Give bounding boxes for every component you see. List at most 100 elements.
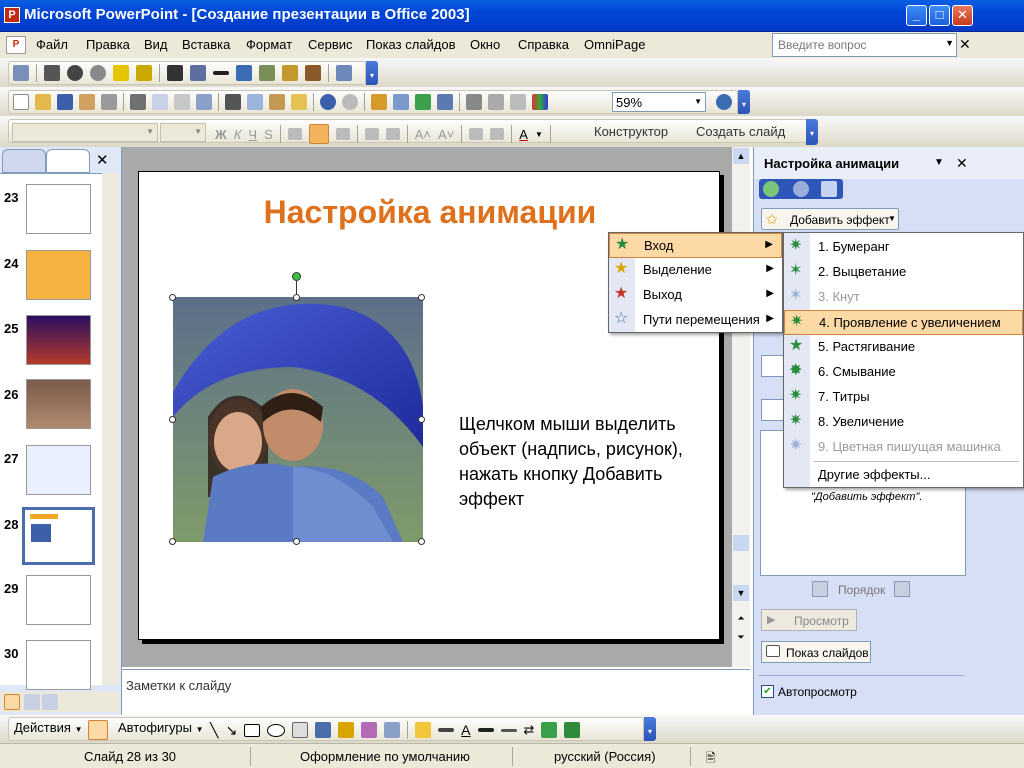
resize-handle[interactable] — [169, 538, 176, 545]
contrast-down-icon[interactable] — [90, 65, 106, 81]
effect-typewriter[interactable]: ✷ 9. Цветная пишущая машинка — [784, 435, 1023, 460]
oval-icon[interactable] — [267, 723, 286, 737]
color-grayscale-icon[interactable] — [532, 94, 548, 110]
move-down-icon[interactable] — [894, 581, 910, 597]
effect-zoom[interactable]: ✷ 8. Увеличение — [784, 410, 1023, 435]
format-picture-icon[interactable] — [282, 65, 298, 81]
autopreview-checkbox[interactable]: ✔ — [761, 685, 774, 698]
effect-stretch[interactable]: ★ 5. Растягивание — [784, 335, 1023, 360]
resize-handle[interactable] — [293, 294, 300, 301]
format-painter-icon[interactable] — [291, 94, 307, 110]
permission-icon[interactable] — [79, 94, 95, 110]
insert-table-icon[interactable] — [393, 94, 409, 110]
menu-item-motion-paths[interactable]: ☆ Пути перемещения ▶ — [609, 308, 782, 333]
insert-diagram-icon[interactable] — [437, 94, 453, 110]
reset-picture-icon[interactable] — [336, 65, 352, 81]
normal-view-icon[interactable] — [4, 694, 20, 710]
slideshow-button[interactable]: Показ слайдов — [761, 641, 871, 663]
menu-edit[interactable]: Правка — [86, 37, 130, 52]
resize-handle[interactable] — [418, 416, 425, 423]
effect-wipe[interactable]: ✸ 6. Смывание — [784, 360, 1023, 385]
align-center-icon[interactable] — [308, 124, 329, 144]
help-search-input[interactable]: Введите вопрос ▼ — [772, 33, 957, 57]
font-size-select[interactable]: ▼ — [160, 123, 206, 142]
print-icon[interactable] — [130, 94, 146, 110]
copy-icon[interactable] — [247, 94, 263, 110]
home-icon[interactable] — [821, 181, 837, 197]
actions-menu[interactable]: Действия ▼ — [14, 720, 83, 735]
back-icon[interactable] — [763, 181, 779, 197]
document-close-icon[interactable]: ✕ — [959, 36, 971, 53]
preview-button[interactable]: ▶ Просмотр — [761, 609, 857, 631]
paste-icon[interactable] — [269, 94, 285, 110]
resize-handle[interactable] — [418, 294, 425, 301]
task-pane-dropdown-icon[interactable]: ▼ — [934, 157, 944, 168]
new-icon[interactable] — [13, 94, 29, 110]
contrast-up-icon[interactable] — [67, 65, 83, 81]
dash-style-icon[interactable] — [500, 728, 517, 732]
expand-icon[interactable] — [466, 94, 482, 110]
resize-handle[interactable] — [293, 538, 300, 545]
menu-insert[interactable]: Вставка — [182, 37, 230, 52]
menu-help[interactable]: Справка — [518, 37, 569, 52]
undo-icon[interactable] — [320, 94, 336, 110]
numbering-icon[interactable] — [364, 128, 379, 140]
textbox-icon[interactable] — [292, 722, 309, 738]
align-left-icon[interactable] — [287, 128, 302, 140]
close-button[interactable]: ✕ — [952, 5, 973, 26]
font-name-select[interactable]: ▼ — [12, 123, 158, 142]
font-color-icon[interactable]: A — [519, 127, 528, 142]
size-dropdown-icon[interactable]: ▼ — [194, 127, 202, 136]
effect-fade[interactable]: ✶ 2. Выцветание — [784, 260, 1023, 285]
notes-pane[interactable]: Заметки к слайду — [122, 669, 750, 715]
dropdown-arrow-icon[interactable]: ▼ — [945, 38, 954, 48]
slide-thumbnail-26[interactable] — [26, 379, 91, 429]
menu-tools[interactable]: Сервис — [308, 37, 353, 52]
menu-format[interactable]: Формат — [246, 37, 292, 52]
underline-icon[interactable]: Ч — [248, 127, 257, 142]
italic-icon[interactable]: К — [234, 127, 242, 142]
scroll-up-icon[interactable]: ▲ — [733, 148, 749, 164]
insert-picture-icon[interactable] — [13, 65, 29, 81]
brightness-up-icon[interactable] — [113, 65, 129, 81]
help-icon[interactable] — [716, 94, 732, 110]
tab-slides[interactable] — [46, 149, 90, 173]
font-color-icon[interactable]: A — [461, 722, 470, 738]
font-dropdown-icon[interactable]: ▼ — [146, 127, 154, 136]
research-icon[interactable] — [196, 94, 212, 110]
fill-color-icon[interactable] — [415, 722, 432, 738]
toolbar-options-icon[interactable]: ▾ — [806, 119, 818, 145]
bullets-icon[interactable] — [385, 128, 400, 140]
new-slide-button[interactable]: Создать слайд — [696, 124, 785, 139]
minimize-button[interactable]: _ — [906, 5, 927, 26]
slide-scrollbar[interactable]: ▲ ▼ ⏶ ⏷ — [732, 147, 750, 667]
line-style-icon[interactable] — [213, 71, 229, 75]
scroll-down-icon[interactable]: ▼ — [733, 585, 749, 601]
insert-image-icon[interactable] — [384, 722, 401, 738]
resize-handle[interactable] — [169, 416, 176, 423]
rotate-handle[interactable] — [292, 272, 301, 281]
print-preview-icon[interactable] — [152, 94, 168, 110]
panel-close-icon[interactable]: ✕ — [96, 151, 109, 169]
select-objects-icon[interactable] — [88, 720, 108, 740]
slide-thumbnail-28[interactable] — [21, 506, 96, 566]
previous-slide-icon[interactable]: ⏶ — [733, 610, 749, 626]
effect-credits[interactable]: ✷ 7. Титры — [784, 385, 1023, 410]
powerpoint-app-icon[interactable]: P — [4, 7, 20, 23]
thumbnail-scrollbar[interactable] — [102, 173, 120, 685]
slide-title[interactable]: Настройка анимации — [139, 194, 721, 231]
cut-icon[interactable] — [225, 94, 241, 110]
rectangle-icon[interactable] — [244, 723, 261, 737]
maximize-button[interactable]: □ — [929, 5, 950, 26]
resize-handle[interactable] — [169, 294, 176, 301]
color-icon[interactable] — [44, 65, 60, 81]
slide-thumbnail-27[interactable] — [26, 445, 91, 495]
slide-sorter-view-icon[interactable] — [24, 694, 40, 710]
design-button[interactable]: Конструктор — [594, 124, 668, 139]
menu-item-emphasis[interactable]: ★ Выделение ▶ — [609, 258, 782, 283]
tab-outline[interactable] — [2, 149, 46, 173]
spelling-icon[interactable] — [174, 94, 190, 110]
slideshow-view-icon[interactable] — [42, 694, 58, 710]
slide-thumbnail-23[interactable] — [26, 184, 91, 234]
line-icon[interactable]: ╲ — [210, 722, 218, 739]
